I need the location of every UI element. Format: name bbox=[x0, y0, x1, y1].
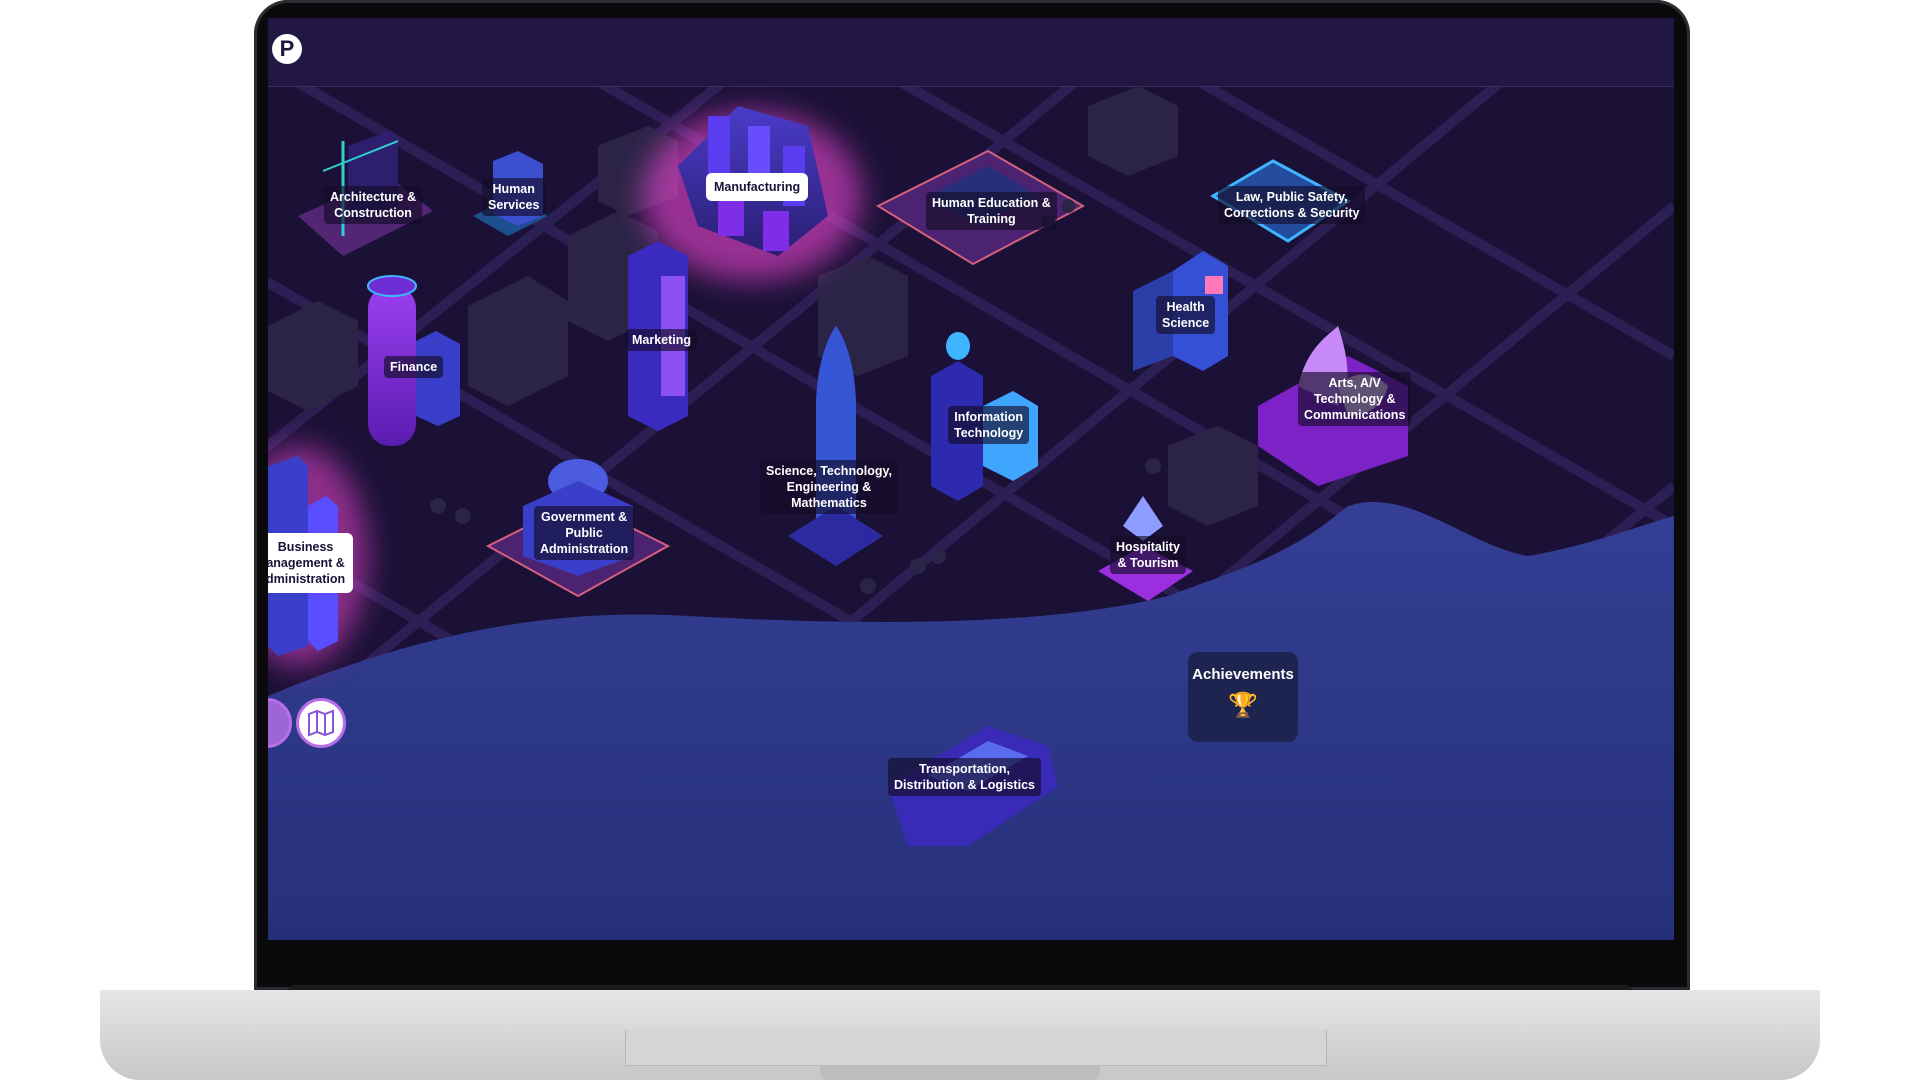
label-arts[interactable]: Arts, A/V Technology & Communications bbox=[1298, 372, 1412, 426]
label-marketing[interactable]: Marketing bbox=[626, 329, 698, 351]
label-business[interactable]: Business anagement & dministration bbox=[268, 533, 354, 593]
achievements-card[interactable]: Achievements 🏆 bbox=[1188, 652, 1298, 742]
label-architecture[interactable]: Architecture & Construction bbox=[324, 186, 423, 224]
label-transportation[interactable]: Transportation, Distribution & Logistics bbox=[888, 758, 1041, 796]
pearson-logo[interactable]: P bbox=[272, 34, 302, 64]
label-information-technology[interactable]: Information Technology bbox=[948, 406, 1030, 444]
label-manufacturing[interactable]: Manufacturing bbox=[706, 173, 809, 201]
label-hospitality[interactable]: Hospitality & Tourism bbox=[1110, 536, 1186, 574]
trophy-icon: 🏆 bbox=[1228, 692, 1258, 719]
top-bar: P bbox=[268, 18, 1674, 87]
label-human-services[interactable]: Human Services bbox=[482, 178, 546, 216]
map-icon bbox=[308, 709, 334, 737]
label-health-science[interactable]: Health Science bbox=[1156, 296, 1216, 334]
label-stem[interactable]: Science, Technology, Engineering & Mathe… bbox=[760, 460, 898, 514]
label-government[interactable]: Government & Public Administration bbox=[534, 506, 635, 560]
label-finance[interactable]: Finance bbox=[384, 356, 444, 378]
map-button[interactable] bbox=[296, 698, 346, 748]
label-human-education[interactable]: Human Education & Training bbox=[926, 192, 1057, 230]
label-law[interactable]: Law, Public Safety, Corrections & Securi… bbox=[1218, 186, 1366, 224]
career-city-map[interactable]: Architecture & Construction Human Servic… bbox=[268, 18, 1674, 940]
achievements-title: Achievements bbox=[1192, 666, 1294, 683]
app-screen: P Architecture & Construction Human Serv… bbox=[268, 18, 1674, 940]
trackpad bbox=[625, 1030, 1327, 1066]
laptop-notch bbox=[820, 1066, 1100, 1080]
